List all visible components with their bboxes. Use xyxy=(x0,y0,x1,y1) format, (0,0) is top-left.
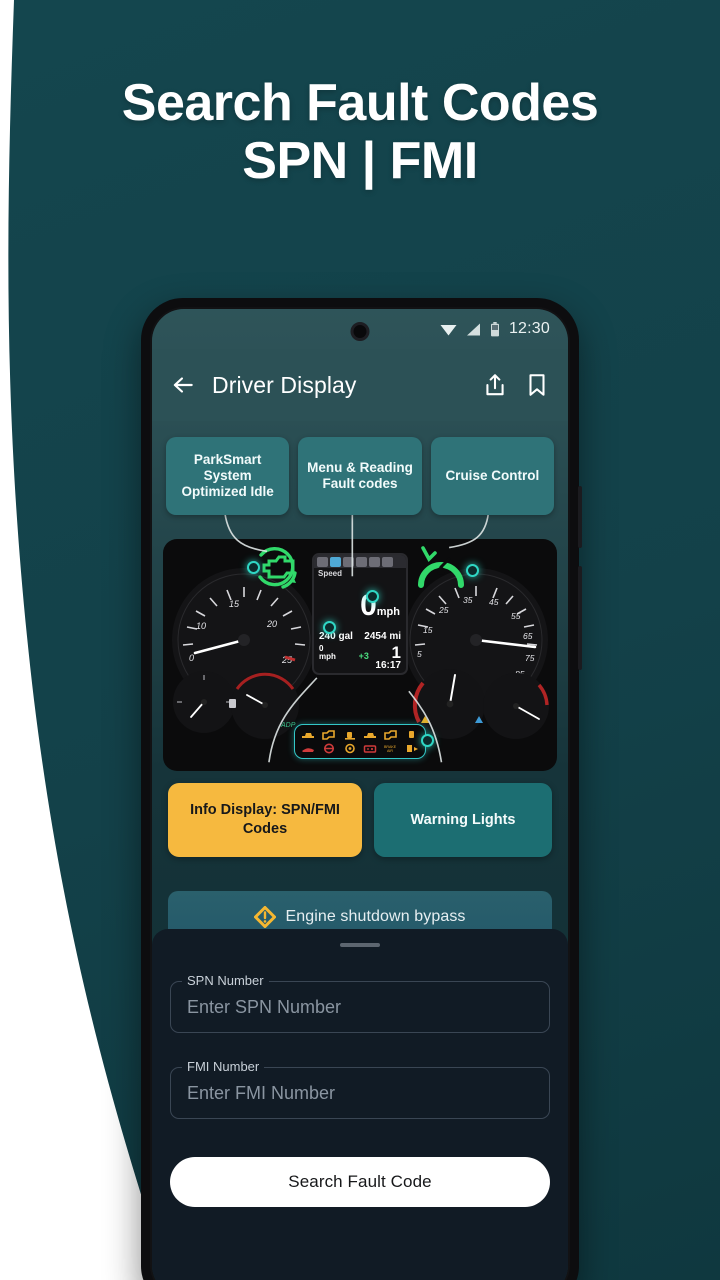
search-fault-code-button[interactable]: Search Fault Code xyxy=(170,1157,550,1207)
sheet-drag-handle[interactable] xyxy=(340,943,380,947)
warning-light-check-engine xyxy=(321,730,335,740)
warning-lights-label: Warning Lights xyxy=(410,812,516,828)
display-icon-settings xyxy=(317,556,328,567)
phone-mockup: 12:30 Driver Display ParkSmart System Op… xyxy=(141,298,582,1280)
display-icon-wrench xyxy=(356,556,367,567)
screen-content: ParkSmart System Optimized Idle Menu & R… xyxy=(152,421,568,1280)
wifi-icon xyxy=(440,324,457,335)
svg-text:0: 0 xyxy=(189,653,194,663)
status-bar: 12:30 xyxy=(152,309,568,349)
spn-field-group: SPN Number xyxy=(170,973,550,1033)
center-info-display: Speed 0mph 240 gal 2454 mi 0 mph +3 1 16… xyxy=(312,553,408,675)
info-display-icon-bar xyxy=(314,555,406,568)
warning-light-exhaust xyxy=(344,732,355,740)
svg-text:15: 15 xyxy=(423,625,433,635)
share-icon[interactable] xyxy=(482,372,508,398)
oil-pressure-gauge xyxy=(483,673,549,739)
svg-text:65: 65 xyxy=(523,631,533,641)
odometer: 2454 mi xyxy=(364,631,401,642)
phone-volume-button[interactable] xyxy=(578,486,582,548)
fmi-field-label: FMI Number xyxy=(182,1059,265,1074)
warning-lights-row-top xyxy=(300,729,420,740)
callout-chip-row: ParkSmart System Optimized Idle Menu & R… xyxy=(166,437,554,515)
warning-light-battery xyxy=(364,745,377,753)
warning-light-fuel-filter xyxy=(406,745,418,752)
headline-line-2: SPN | FMI xyxy=(242,132,478,190)
chip-menu-fault-codes[interactable]: Menu & Reading Fault codes xyxy=(298,437,422,515)
app-bar: Driver Display xyxy=(152,349,568,421)
bookmark-icon[interactable] xyxy=(524,372,550,398)
warning-light-brake xyxy=(323,743,334,754)
svg-text:45: 45 xyxy=(489,597,499,607)
callout-node-menu[interactable] xyxy=(366,590,379,603)
phone-bezel: 12:30 Driver Display ParkSmart System Op… xyxy=(150,307,570,1280)
bypass-label: Engine shutdown bypass xyxy=(285,908,466,925)
svg-text:ADP: ADP xyxy=(280,722,296,729)
chip-menu-label: Menu & Reading Fault codes xyxy=(307,460,413,491)
callout-node-info-display[interactable] xyxy=(323,621,336,634)
cruise-offset: +3 xyxy=(358,651,369,661)
cruise-speed: 0 mph xyxy=(319,644,336,661)
lower-button-row: Info Display: SPN/FMI Codes Warning Ligh… xyxy=(168,783,552,857)
callout-node-warning-lights[interactable] xyxy=(421,734,434,747)
warning-lights-button[interactable]: Warning Lights xyxy=(374,783,552,857)
display-icon-music xyxy=(369,556,380,567)
svg-text:10: 10 xyxy=(196,621,206,631)
svg-text:35: 35 xyxy=(463,595,473,605)
display-icon-road xyxy=(343,556,354,567)
phone-power-button[interactable] xyxy=(578,566,582,670)
svg-text:25: 25 xyxy=(438,605,449,615)
signal-bars-icon xyxy=(466,323,480,335)
front-camera-icon xyxy=(350,322,370,341)
callout-node-parksmart[interactable] xyxy=(247,561,260,574)
warning-light-low-oil xyxy=(302,748,314,752)
headline-line-1: Search Fault Codes xyxy=(121,74,599,132)
svg-text:AIR: AIR xyxy=(387,749,393,753)
svg-text:5: 5 xyxy=(417,649,422,659)
svg-text:75: 75 xyxy=(525,653,535,663)
info-display-button[interactable]: Info Display: SPN/FMI Codes xyxy=(168,783,362,857)
warning-light-engine-amber-2 xyxy=(364,733,377,738)
svg-text:55: 55 xyxy=(511,611,521,621)
spn-number-input[interactable] xyxy=(170,981,550,1033)
warning-lights-row-bottom: BRAKE AIR xyxy=(300,743,420,754)
warning-light-park-brake: BRAKEAIR xyxy=(384,745,397,753)
fuel-level: 240 gal xyxy=(319,631,353,642)
page-title: Search Fault Codes SPN | FMI xyxy=(0,74,720,190)
back-arrow-icon[interactable] xyxy=(170,372,196,398)
cruise-control-icon xyxy=(418,546,464,588)
display-clock: 16:17 xyxy=(375,660,401,671)
warning-light-check-engine-2 xyxy=(384,730,397,740)
status-bar-clock: 12:30 xyxy=(508,320,550,337)
chip-cruise-control[interactable]: Cruise Control xyxy=(430,437,554,515)
callout-node-cruise[interactable] xyxy=(466,564,479,577)
info-display-label: Info Display: SPN/FMI Codes xyxy=(190,802,340,837)
display-menu-label: Speed xyxy=(318,569,343,578)
spn-field-label: SPN Number xyxy=(182,973,269,988)
warning-lights-strip: BRAKE AIR xyxy=(294,724,426,759)
chip-parksmart[interactable]: ParkSmart System Optimized Idle xyxy=(166,437,290,515)
battery-icon xyxy=(490,321,499,336)
fuel-gauge: ADP xyxy=(229,671,299,739)
display-icon-truck xyxy=(330,556,341,567)
search-bottom-sheet: SPN Number FMI Number Search Fault Code xyxy=(152,929,568,1280)
display-icon-gear xyxy=(382,556,393,567)
phone-screen: 12:30 Driver Display ParkSmart System Op… xyxy=(152,309,568,1280)
speed-unit: mph xyxy=(376,606,400,618)
app-bar-title: Driver Display xyxy=(212,371,357,398)
warning-light-dpf xyxy=(408,731,414,738)
chip-parksmart-label: ParkSmart System Optimized Idle xyxy=(181,452,274,499)
warning-diamond-icon xyxy=(254,906,277,928)
svg-text:20: 20 xyxy=(266,619,277,629)
chip-cruise-label: Cruise Control xyxy=(445,468,540,483)
gear-number: 1 xyxy=(391,643,401,662)
svg-text:15: 15 xyxy=(229,599,240,609)
warning-light-oil-pressure xyxy=(344,743,355,754)
fmi-number-input[interactable] xyxy=(170,1067,550,1119)
truck-dashboard-image: 0 10 15 20 25 ADP 5 15 25 35 45 55 65 75… xyxy=(163,539,557,771)
display-cruise-gear-row: 0 mph +3 1 xyxy=(314,643,406,662)
fmi-field-group: FMI Number xyxy=(170,1059,550,1119)
warning-light-engine-amber xyxy=(302,733,314,738)
